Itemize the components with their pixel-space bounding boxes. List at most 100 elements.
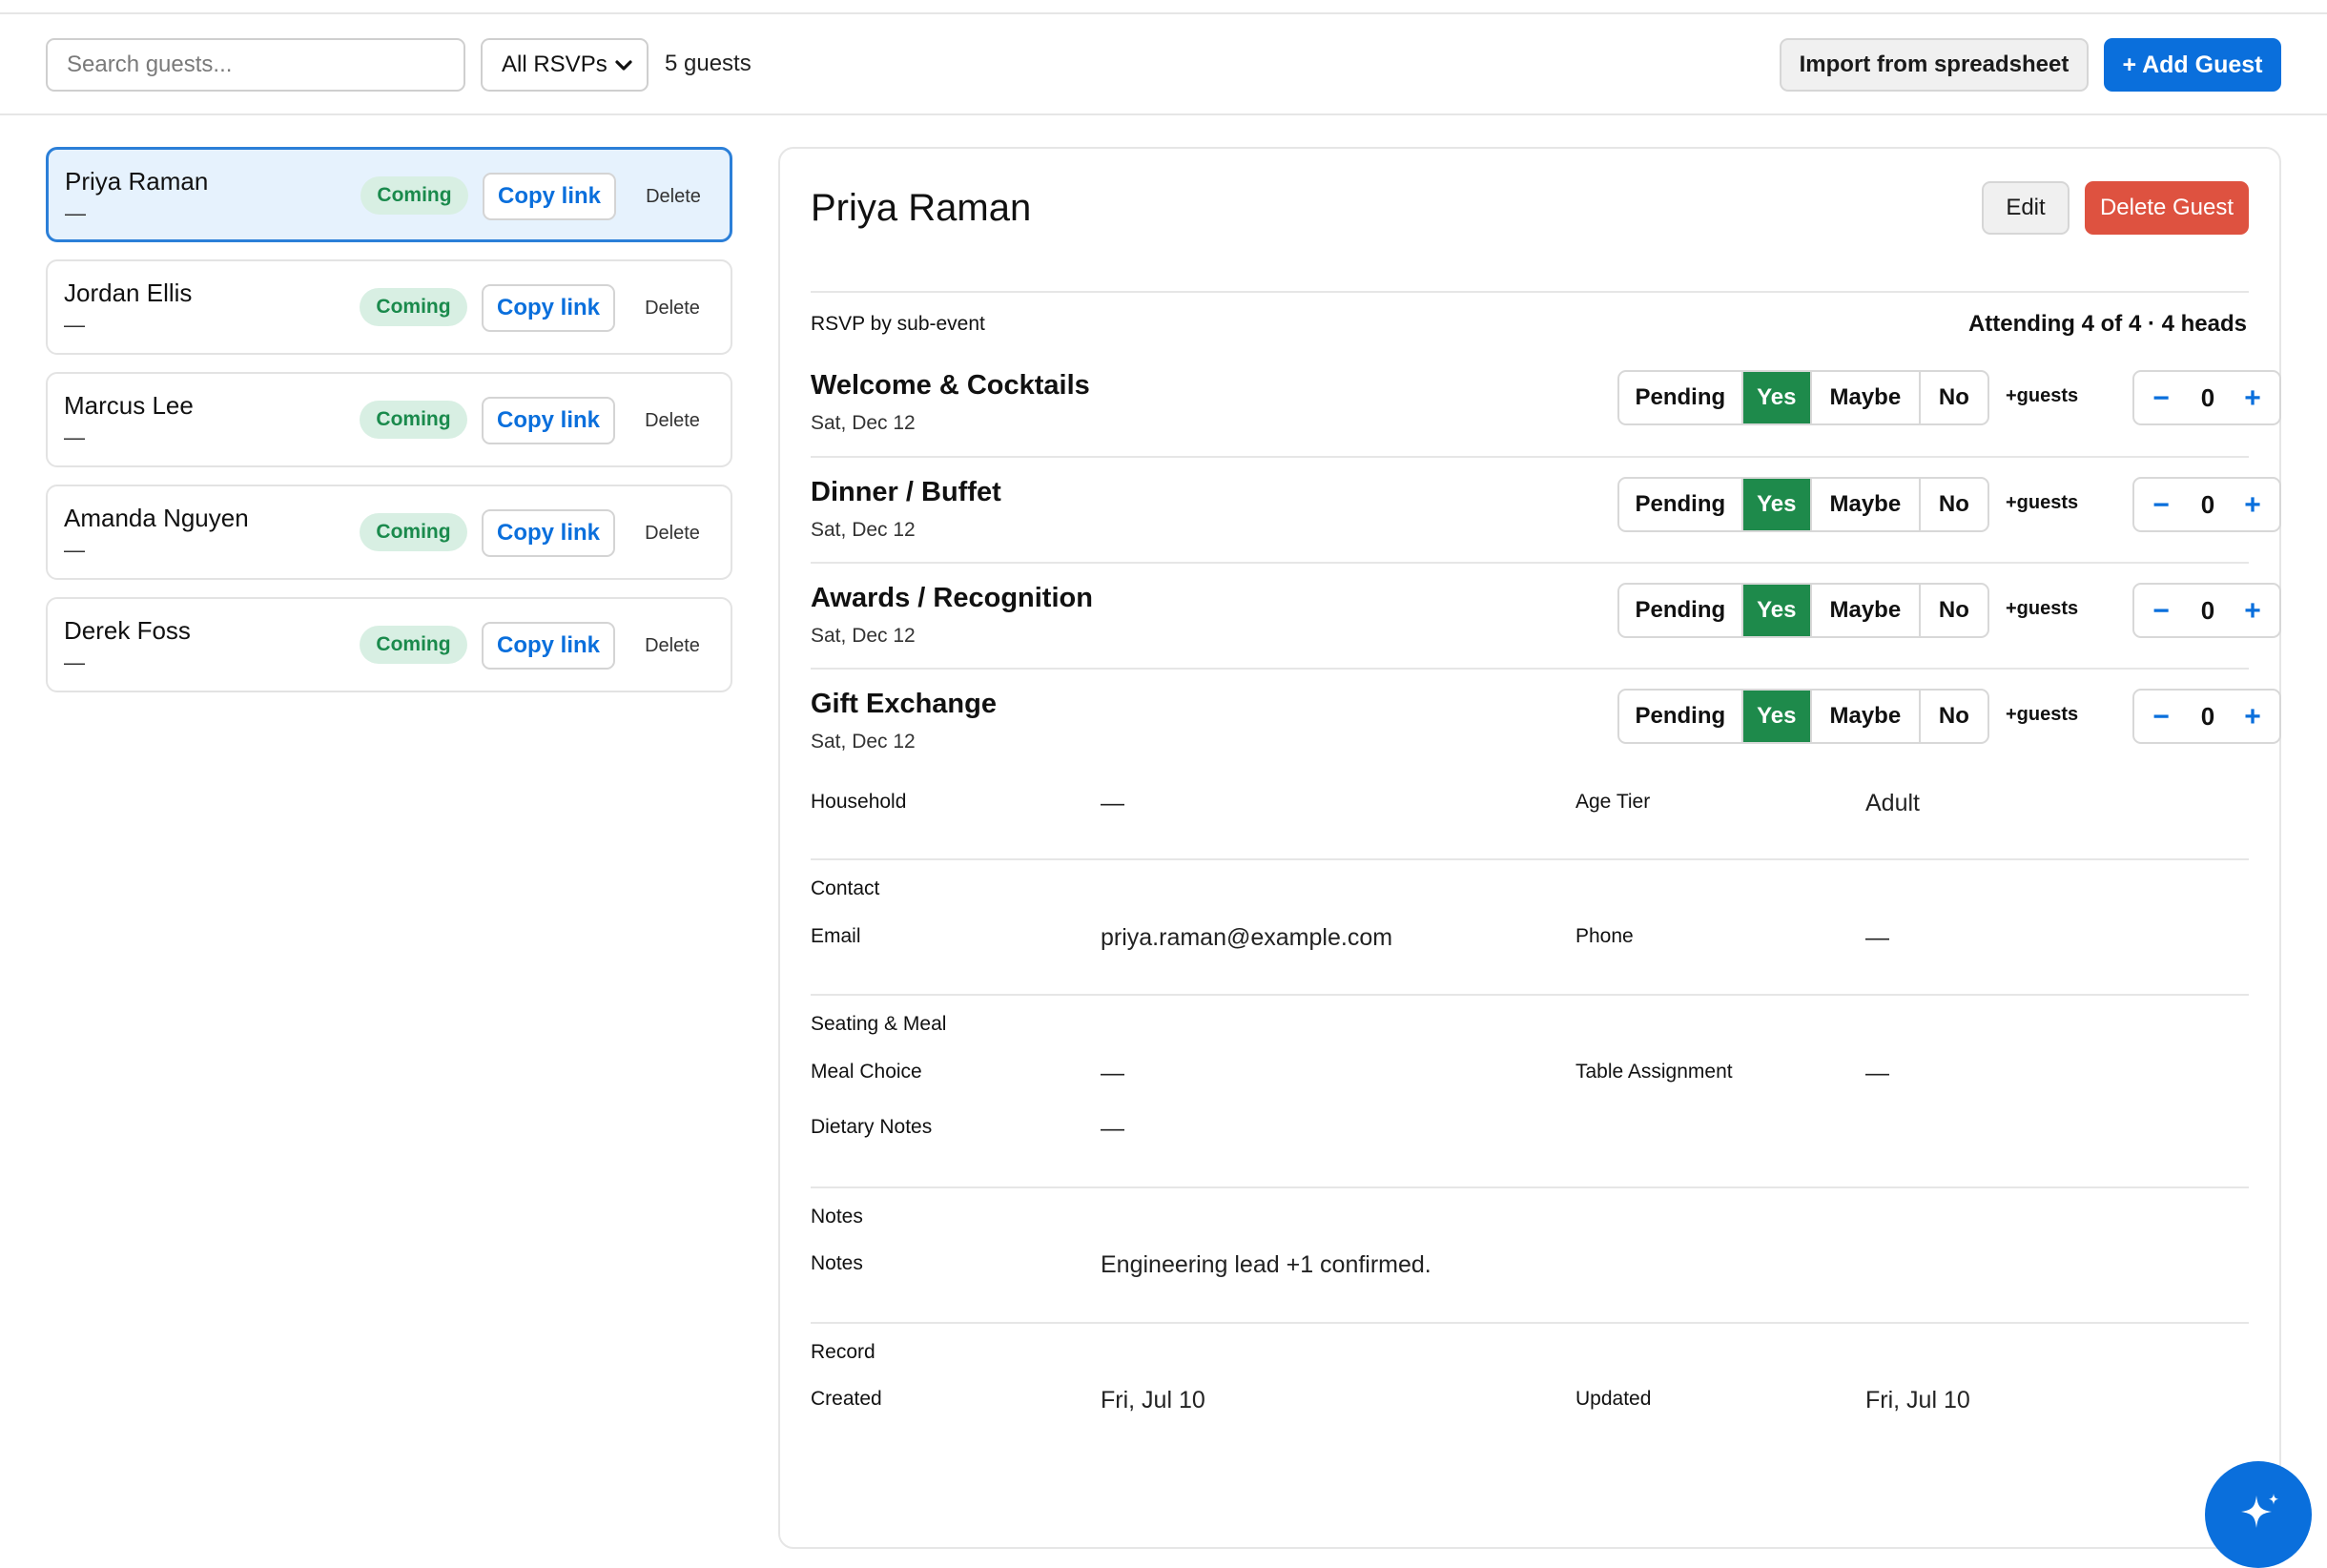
status-badge: Coming: [360, 401, 467, 439]
delete-guest-button[interactable]: Delete Guest: [2085, 181, 2249, 235]
household-value: —: [1101, 790, 1124, 816]
rsvp-option-yes[interactable]: Yes: [1742, 585, 1812, 636]
table-assignment-value: —: [1865, 1060, 1889, 1086]
rsvp-option-no[interactable]: No: [1921, 479, 1987, 530]
guest-detail-panel: Priya Raman Edit Delete Guest RSVP by su…: [778, 147, 2281, 1549]
plus-icon[interactable]: +: [2235, 592, 2270, 630]
assistant-fab-button[interactable]: [2205, 1461, 2312, 1568]
sub-event-row: Awards / Recognition Sat, Dec 12 Pending…: [811, 583, 2281, 688]
rsvp-segmented-control: Pending Yes Maybe No: [1617, 583, 1989, 638]
dietary-notes-value: —: [1101, 1115, 1124, 1142]
toolbar: All RSVPs 5 guests Import from spreadshe…: [0, 14, 2327, 115]
guest-card[interactable]: Amanda Nguyen — Coming Copy link Delete: [46, 485, 732, 580]
guest-card[interactable]: Marcus Lee — Coming Copy link Delete: [46, 372, 732, 467]
copy-link-button[interactable]: Copy link: [482, 622, 615, 670]
notes-section-title: Notes: [811, 1206, 863, 1228]
divider: [811, 562, 2249, 564]
created-label: Created: [811, 1388, 882, 1410]
phone-value: —: [1865, 924, 1889, 951]
plus-guests-value: 0: [2200, 383, 2215, 412]
rsvp-option-yes[interactable]: Yes: [1742, 479, 1812, 530]
notes-value: Engineering lead +1 confirmed.: [1101, 1251, 1431, 1278]
sparkle-icon: [2241, 1494, 2278, 1528]
rsvp-option-no[interactable]: No: [1921, 372, 1987, 423]
rsvp-filter-value: All RSVPs: [502, 52, 607, 77]
sub-event-name: Dinner / Buffet: [811, 477, 1001, 507]
plus-icon[interactable]: +: [2235, 380, 2270, 418]
created-value: Fri, Jul 10: [1101, 1387, 1205, 1413]
guest-card[interactable]: Derek Foss — Coming Copy link Delete: [46, 597, 732, 692]
rsvp-option-maybe[interactable]: Maybe: [1812, 372, 1921, 423]
notes-label: Notes: [811, 1252, 863, 1274]
rsvp-option-maybe[interactable]: Maybe: [1812, 585, 1921, 636]
sub-event-date: Sat, Dec 12: [811, 412, 916, 434]
record-section-title: Record: [811, 1341, 875, 1363]
plus-guests-label: +guests: [2006, 704, 2079, 725]
status-badge: Coming: [360, 626, 467, 664]
guest-name: Priya Raman: [65, 167, 209, 196]
rsvp-option-no[interactable]: No: [1921, 691, 1987, 742]
rsvp-option-maybe[interactable]: Maybe: [1812, 479, 1921, 530]
copy-link-button[interactable]: Copy link: [482, 397, 615, 444]
minus-icon[interactable]: −: [2144, 380, 2178, 418]
minus-icon[interactable]: −: [2144, 486, 2178, 525]
rsvp-segmented-control: Pending Yes Maybe No: [1617, 370, 1989, 425]
rsvp-option-pending[interactable]: Pending: [1619, 372, 1743, 423]
updated-value: Fri, Jul 10: [1865, 1387, 1970, 1413]
guest-household: —: [64, 538, 85, 562]
delete-guest-link[interactable]: Delete: [628, 509, 717, 557]
guest-household: —: [65, 201, 86, 225]
guest-count: 5 guests: [665, 51, 752, 76]
guest-card[interactable]: Priya Raman — Coming Copy link Delete: [46, 147, 732, 242]
age-tier-value: Adult: [1865, 790, 1920, 816]
plus-guests-stepper: − 0 +: [2132, 583, 2281, 638]
delete-guest-link[interactable]: Delete: [628, 397, 717, 444]
guest-name: Jordan Ellis: [64, 279, 193, 307]
sub-event-date: Sat, Dec 12: [811, 625, 916, 647]
seating-section-title: Seating & Meal: [811, 1013, 947, 1035]
minus-icon[interactable]: −: [2144, 592, 2178, 630]
divider: [811, 668, 2249, 670]
edit-button[interactable]: Edit: [1982, 181, 2070, 235]
plus-guests-stepper: − 0 +: [2132, 370, 2281, 425]
sub-event-name: Gift Exchange: [811, 689, 997, 719]
minus-icon[interactable]: −: [2144, 698, 2178, 736]
rsvp-segmented-control: Pending Yes Maybe No: [1617, 477, 1989, 532]
delete-guest-link[interactable]: Delete: [628, 284, 717, 332]
rsvp-option-pending[interactable]: Pending: [1619, 691, 1743, 742]
dietary-notes-label: Dietary Notes: [811, 1116, 933, 1138]
search-input[interactable]: [46, 38, 465, 92]
phone-label: Phone: [1575, 925, 1634, 947]
household-label: Household: [811, 791, 907, 813]
delete-guest-link[interactable]: Delete: [628, 173, 718, 220]
copy-link-button[interactable]: Copy link: [482, 284, 615, 332]
chevron-down-icon: [612, 53, 635, 83]
rsvp-section-title: RSVP by sub-event: [811, 313, 985, 335]
guest-name: Derek Foss: [64, 616, 191, 645]
copy-link-button[interactable]: Copy link: [482, 509, 615, 557]
guest-name: Amanda Nguyen: [64, 504, 249, 532]
import-spreadsheet-button[interactable]: Import from spreadsheet: [1780, 38, 2089, 92]
plus-icon[interactable]: +: [2235, 486, 2270, 525]
table-assignment-label: Table Assignment: [1575, 1061, 1733, 1083]
sub-event-name: Welcome & Cocktails: [811, 370, 1090, 401]
attending-summary: Attending 4 of 4 · 4 heads: [1967, 311, 2247, 337]
guest-card[interactable]: Jordan Ellis — Coming Copy link Delete: [46, 259, 732, 355]
plus-guests-label: +guests: [2006, 385, 2079, 406]
rsvp-option-pending[interactable]: Pending: [1619, 585, 1743, 636]
rsvp-filter-select[interactable]: All RSVPs: [481, 38, 649, 92]
rsvp-option-yes[interactable]: Yes: [1742, 691, 1812, 742]
rsvp-option-no[interactable]: No: [1921, 585, 1987, 636]
delete-guest-link[interactable]: Delete: [628, 622, 717, 670]
divider: [811, 1322, 2249, 1324]
status-badge: Coming: [360, 513, 467, 551]
rsvp-option-yes[interactable]: Yes: [1742, 372, 1812, 423]
divider: [811, 291, 2249, 293]
divider: [811, 456, 2249, 458]
plus-icon[interactable]: +: [2235, 698, 2270, 736]
rsvp-option-pending[interactable]: Pending: [1619, 479, 1743, 530]
rsvp-option-maybe[interactable]: Maybe: [1812, 691, 1921, 742]
divider: [811, 1186, 2249, 1188]
add-guest-button[interactable]: + Add Guest: [2104, 38, 2281, 92]
copy-link-button[interactable]: Copy link: [483, 173, 616, 220]
